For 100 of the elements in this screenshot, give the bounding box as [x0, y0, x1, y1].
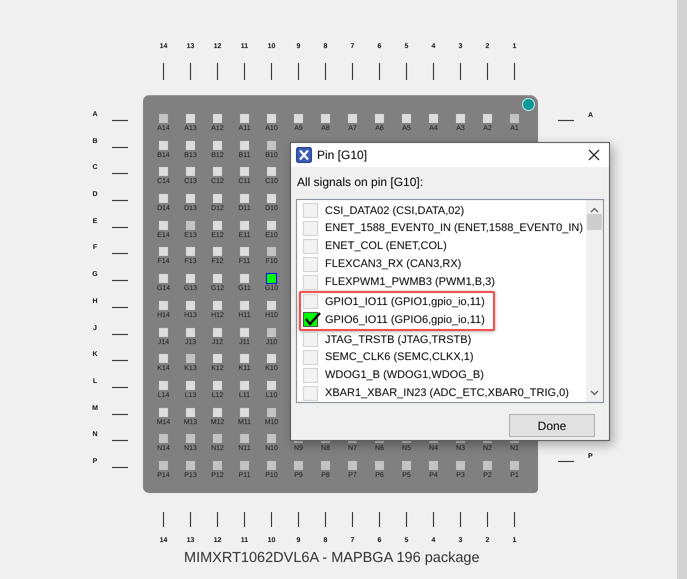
- signal-item[interactable]: CSI_DATA02 (CSI,DATA,02): [303, 202, 464, 220]
- pin-pad[interactable]: [267, 354, 276, 364]
- column-tick: [325, 63, 326, 80]
- signal-item[interactable]: WDOG1_B (WDOG1,WDOG_B): [303, 366, 484, 384]
- column-tick: [271, 512, 272, 527]
- row-tick: [112, 414, 128, 415]
- signal-item[interactable]: GPIO6_IO11 (GPIO6,gpio_io,11): [303, 310, 485, 329]
- pin-pad[interactable]: [213, 274, 222, 284]
- pin-pad[interactable]: [186, 300, 195, 310]
- row-tick: [112, 173, 128, 174]
- column-tick: [460, 512, 461, 527]
- pin-pad[interactable]: [240, 274, 249, 284]
- column-tick: [190, 63, 191, 80]
- row-tick: [112, 466, 128, 468]
- column-tick: [271, 63, 272, 80]
- pin-pad[interactable]: [240, 328, 249, 336]
- row-tick: [112, 120, 128, 121]
- pin-pad[interactable]: [213, 247, 222, 256]
- pin-pad[interactable]: [240, 380, 249, 390]
- pin-pad[interactable]: [240, 140, 249, 150]
- pin-pad[interactable]: [159, 247, 168, 256]
- pin-pad[interactable]: [186, 408, 195, 417]
- scroll-thumb[interactable]: [587, 214, 602, 230]
- package-caption: MIMXRT1062DVL6A - MAPBGA 196 package: [184, 550, 480, 567]
- row-tick: [112, 440, 128, 442]
- pin-pad[interactable]: [267, 220, 276, 230]
- pin-pad[interactable]: [267, 300, 276, 310]
- pin-pad[interactable]: [267, 274, 276, 284]
- pin-pad[interactable]: [186, 328, 195, 336]
- pin-pad[interactable]: [186, 247, 195, 256]
- close-icon[interactable]: [588, 149, 600, 161]
- signal-item[interactable]: GPIO1_IO11 (GPIO1,gpio_io,11): [303, 292, 485, 311]
- pin-pad[interactable]: [213, 408, 222, 417]
- pin-pad[interactable]: [240, 300, 249, 310]
- pin-pad[interactable]: [240, 247, 249, 256]
- pin-pad[interactable]: [159, 408, 168, 417]
- pin-pad[interactable]: [213, 328, 222, 336]
- pin-pad[interactable]: [213, 194, 222, 204]
- signal-item[interactable]: XBAR1_XBAR_IN23 (ADC_ETC,XBAR0_TRIG,0): [303, 384, 569, 402]
- column-tick: [460, 63, 461, 80]
- column-tick: [298, 512, 299, 527]
- scroll-down-icon[interactable]: [590, 390, 599, 396]
- column-tick: [433, 63, 434, 80]
- pin-pad[interactable]: [159, 380, 168, 390]
- pin-pad[interactable]: [159, 328, 168, 336]
- column-tick: [514, 512, 515, 527]
- row-tick: [112, 226, 128, 228]
- pin-pad[interactable]: [213, 380, 222, 390]
- pin-pad[interactable]: [186, 167, 195, 176]
- column-tick: [487, 63, 488, 80]
- row-tick: [558, 120, 574, 121]
- column-tick: [163, 63, 164, 80]
- column-tick: [190, 512, 191, 527]
- pin-pad[interactable]: [159, 354, 168, 364]
- pin-pad[interactable]: [186, 194, 195, 204]
- pin-pad[interactable]: [159, 194, 168, 204]
- pin-pad[interactable]: [267, 167, 276, 176]
- scroll-up-icon[interactable]: [590, 207, 599, 213]
- pin-pad[interactable]: [159, 167, 168, 176]
- signal-item[interactable]: JTAG_TRSTB (JTAG,TRSTB): [303, 330, 472, 349]
- pin-pad[interactable]: [159, 274, 168, 284]
- column-tick: [514, 63, 515, 80]
- row-tick: [558, 461, 574, 462]
- pin-pad[interactable]: [240, 167, 249, 176]
- pin-pad[interactable]: [186, 274, 195, 284]
- column-tick: [406, 512, 407, 527]
- pin-pad[interactable]: [213, 300, 222, 310]
- pin-pad[interactable]: [240, 220, 249, 230]
- pin-pad[interactable]: [267, 380, 276, 390]
- pin-pad[interactable]: [240, 408, 249, 417]
- column-tick: [352, 63, 353, 80]
- signal-item[interactable]: SEMC_CLK6 (SEMC,CLKX,1): [303, 348, 474, 366]
- signal-item[interactable]: ENET_1588_EVENT0_IN (ENET,1588_EVENT0_IN): [303, 220, 584, 238]
- scrollbar[interactable]: [586, 200, 603, 402]
- pin-pad[interactable]: [267, 194, 276, 204]
- signal-item[interactable]: FLEXPWM1_PWMB3 (PWM1,B,3): [303, 273, 495, 291]
- pin-pad[interactable]: [240, 354, 249, 364]
- pin-pad[interactable]: [240, 194, 249, 204]
- signal-item[interactable]: FLEXCAN3_RX (CAN3,RX): [303, 255, 462, 274]
- row-tick: [112, 306, 128, 308]
- row-tick: [112, 386, 128, 388]
- pin-pad[interactable]: [159, 220, 168, 230]
- checkbox[interactable]: [303, 312, 318, 328]
- pin-pad[interactable]: [213, 167, 222, 176]
- done-button[interactable]: Done: [509, 414, 595, 437]
- pin-pad[interactable]: [186, 380, 195, 390]
- row-tick: [112, 253, 128, 254]
- pin-pad[interactable]: [213, 354, 222, 364]
- pin-pad[interactable]: [159, 140, 168, 150]
- column-tick: [217, 63, 218, 80]
- column-tick: [244, 512, 245, 527]
- signal-item[interactable]: ENET_COL (ENET,COL): [303, 238, 447, 256]
- pin-pad[interactable]: [159, 300, 168, 310]
- pin-pad[interactable]: [186, 140, 195, 150]
- row-tick: [112, 146, 128, 148]
- column-tick: [352, 512, 353, 527]
- pin-pad[interactable]: [213, 140, 222, 150]
- pin-pad[interactable]: [213, 220, 222, 230]
- column-tick: [325, 512, 326, 527]
- column-tick: [487, 512, 488, 527]
